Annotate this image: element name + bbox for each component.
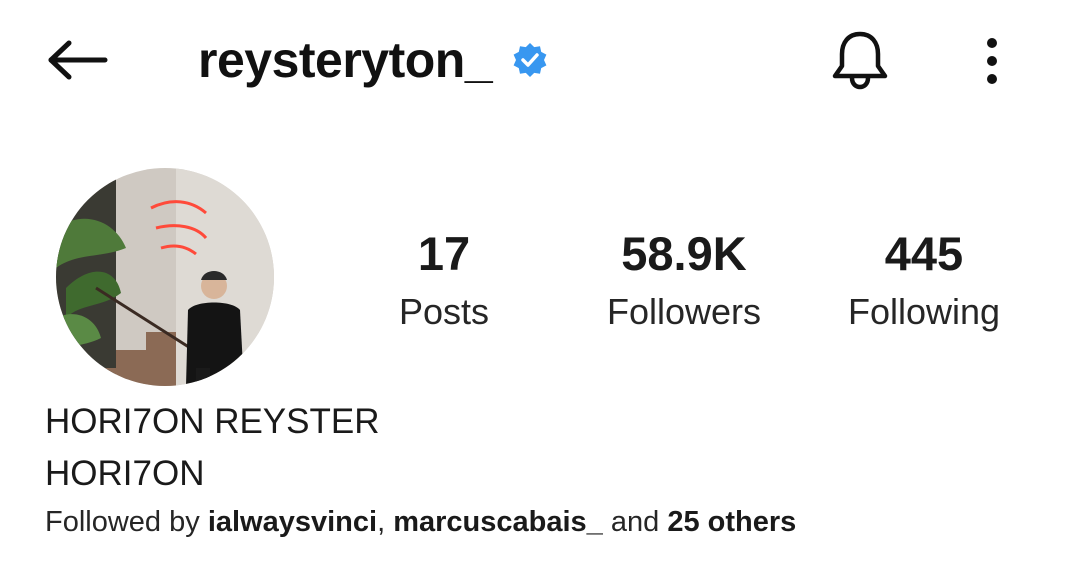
followed-by-separator: , [377,506,394,538]
vertical-dots-icon [987,38,997,84]
profile-photo [56,168,274,386]
notifications-button[interactable] [824,24,896,96]
followed-by-prefix: Followed by [45,506,208,538]
followed-by-user-1[interactable]: ialwaysvinci [208,506,377,538]
username: reysteryton_ [198,32,493,88]
posts-stat[interactable]: 17 Posts [334,224,554,340]
posts-label: Posts [398,291,490,332]
arrow-left-icon [48,40,108,80]
following-label: Following [847,291,1001,332]
followed-by-text[interactable]: Followed by ialwaysvinci, marcuscabais_ … [45,502,796,542]
more-options-button[interactable] [966,26,1018,96]
following-stat[interactable]: 445 Following [814,224,1034,340]
back-button[interactable] [40,30,114,90]
profile-header: reysteryton_ [0,0,1080,120]
profile-full-name: HORI7ON REYSTER [45,402,380,441]
posts-count: 17 [417,227,471,280]
username-title: reysteryton_ [198,28,550,92]
followed-by-others[interactable]: 25 others [667,506,796,538]
followed-by-conjunction: and [602,506,668,538]
followers-count: 58.9K [621,227,747,280]
followers-label: Followers [606,291,762,332]
followed-by-user-2[interactable]: marcuscabais_ [393,506,603,538]
following-count: 445 [884,227,964,280]
profile-avatar[interactable] [56,168,274,386]
verified-badge-icon [510,40,550,80]
followers-stat[interactable]: 58.9K Followers [574,224,794,340]
bell-icon [832,31,888,90]
profile-category: HORI7ON [45,454,205,493]
